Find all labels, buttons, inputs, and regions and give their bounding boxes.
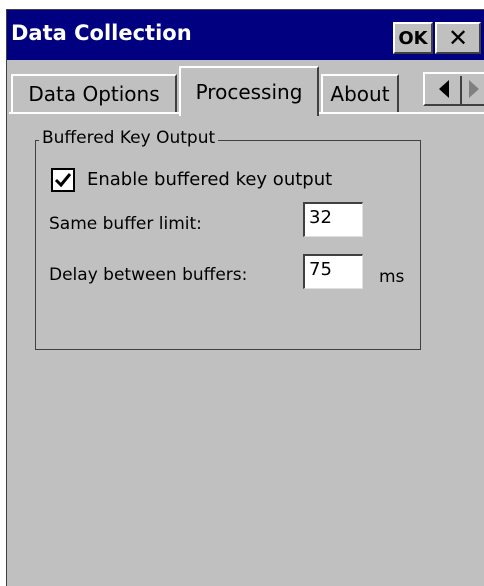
delay-unit-label: ms [379,267,405,287]
group-label: Buffered Key Output [39,128,219,148]
tab-about[interactable]: About [321,74,399,112]
triangle-left-icon[interactable] [439,80,449,98]
data-collection-window: Data Collection OK ✕ Data Options Proces… [6,9,484,586]
tab-processing[interactable]: Processing [179,66,319,116]
enable-buffered-label[interactable]: Enable buffered key output [87,169,332,190]
buffer-limit-label: Same buffer limit: [49,214,202,234]
triangle-right-icon[interactable] [469,80,479,98]
checkmark-icon [54,173,72,188]
tab-strip: Data Options Processing About [7,60,484,116]
close-icon: ✕ [447,24,469,52]
ok-button[interactable]: OK [393,22,433,54]
delay-label: Delay between buffers: [49,265,248,285]
enable-buffered-checkbox[interactable] [51,168,75,192]
close-button[interactable]: ✕ [435,22,481,54]
tab-scroll-control [423,72,484,106]
tab-scroll-divider [460,76,462,104]
buffer-limit-input[interactable]: 32 [303,202,363,237]
window-title: Data Collection [11,21,192,45]
tab-label: Processing [195,80,303,104]
title-bar: Data Collection OK ✕ [7,10,484,60]
tab-label: About [330,82,390,106]
tab-label: Data Options [28,82,160,106]
tab-data-options[interactable]: Data Options [11,74,177,112]
delay-input[interactable]: 75 [303,254,363,289]
